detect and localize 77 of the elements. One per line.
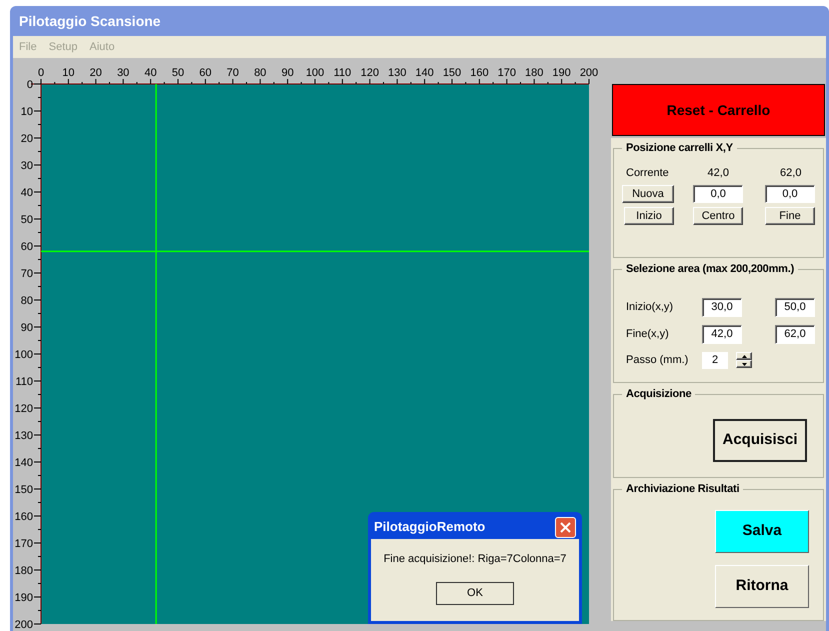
axis-label: 90	[20, 322, 33, 334]
close-button[interactable]	[555, 516, 576, 538]
axis-label: 50	[20, 214, 33, 226]
archive-button[interactable]: Ritorna	[715, 564, 809, 608]
input-field[interactable]: 0,0	[765, 185, 815, 203]
field-label: Fine(x,y)	[625, 326, 670, 342]
input-field[interactable]: 30,0	[702, 298, 742, 316]
axis-label: 170	[14, 538, 33, 550]
dialog-message: Fine acquisizione!: Riga=7Colonna=7	[384, 552, 566, 567]
axis-label: 20	[20, 133, 33, 145]
axis-label: 0	[26, 79, 33, 91]
axis-label: 60	[199, 67, 212, 79]
ok-button[interactable]: OK	[436, 582, 514, 604]
axis-label: 0	[38, 67, 44, 79]
axis-label: 200	[580, 67, 598, 79]
axis-label: 20	[90, 67, 102, 79]
spin-up-button[interactable]	[736, 352, 752, 360]
axis-label: 40	[144, 67, 157, 79]
axis-label: 180	[14, 565, 33, 577]
input-field[interactable]: 62,0	[775, 324, 815, 344]
axis-label: 70	[20, 268, 33, 280]
value-text: 42,0	[706, 166, 730, 180]
acquire-button[interactable]: Acquisisci	[713, 418, 807, 462]
axis-label: 120	[360, 67, 379, 79]
axis-label: 130	[388, 67, 406, 79]
axis-label: 90	[281, 67, 294, 79]
group-title: Acquisizione	[625, 387, 692, 402]
axis-label: 30	[117, 67, 130, 79]
axis-label: 190	[14, 592, 33, 604]
axis-label: 140	[415, 67, 434, 79]
axis-label: 170	[498, 67, 516, 79]
axis-label: 110	[15, 376, 33, 388]
group-title: Selezione area (max 200,200mm.)	[625, 262, 796, 277]
axis-label: 110	[334, 67, 352, 79]
axis-label: 160	[14, 511, 33, 523]
input-field[interactable]: 0,0	[693, 185, 744, 203]
axis-label: 190	[552, 67, 571, 79]
input-field[interactable]: 50,0	[775, 298, 815, 316]
axis-label: 50	[172, 67, 184, 79]
axis-label: 120	[14, 403, 33, 415]
axis-label: 80	[254, 67, 266, 79]
close-icon	[560, 522, 571, 532]
position-button[interactable]: Fine	[765, 207, 815, 225]
group-title: Archiviazione Risultati	[625, 482, 740, 497]
reset-button[interactable]: Reset - Carrello	[612, 84, 825, 136]
axis-label: 70	[226, 67, 239, 79]
window-title: Pilotaggio Scansione	[19, 12, 161, 31]
caret-up-icon	[742, 354, 746, 358]
axis-label: 140	[14, 457, 33, 469]
nuova-button[interactable]: Nuova	[622, 185, 674, 203]
axis-label: 130	[14, 430, 33, 442]
axis-label: 200	[14, 619, 33, 631]
axis-label: 40	[20, 187, 33, 199]
dialog-title: PilotaggioRemoto	[374, 518, 486, 536]
axis-label: 60	[20, 241, 33, 253]
axis-label: 100	[306, 67, 324, 79]
position-button[interactable]: Inizio	[624, 207, 674, 225]
caret-down-icon	[742, 362, 746, 366]
axis-label: 80	[20, 295, 33, 307]
field-label: Inizio(x,y)	[625, 300, 674, 315]
position-button[interactable]: Centro	[693, 207, 744, 225]
step-field[interactable]: 2	[702, 352, 728, 368]
spin-down-button[interactable]	[736, 360, 752, 368]
axis-label: 10	[62, 67, 75, 79]
axis-label: 150	[14, 484, 33, 496]
value-text: 62,0	[779, 166, 802, 180]
group-title: Posizione carrelli X,Y	[625, 141, 734, 156]
axis-label: 150	[442, 67, 462, 79]
axis-label: 30	[20, 160, 33, 172]
axis-label: 180	[525, 67, 544, 79]
axis-label: 100	[14, 349, 33, 361]
axis-label: 160	[470, 67, 489, 79]
archive-button[interactable]: Salva	[715, 510, 809, 552]
axis-label: 10	[20, 106, 33, 118]
field-label: Passo (mm.)	[625, 352, 690, 368]
input-field[interactable]: 42,0	[702, 324, 742, 344]
field-label: Corrente	[625, 166, 670, 180]
